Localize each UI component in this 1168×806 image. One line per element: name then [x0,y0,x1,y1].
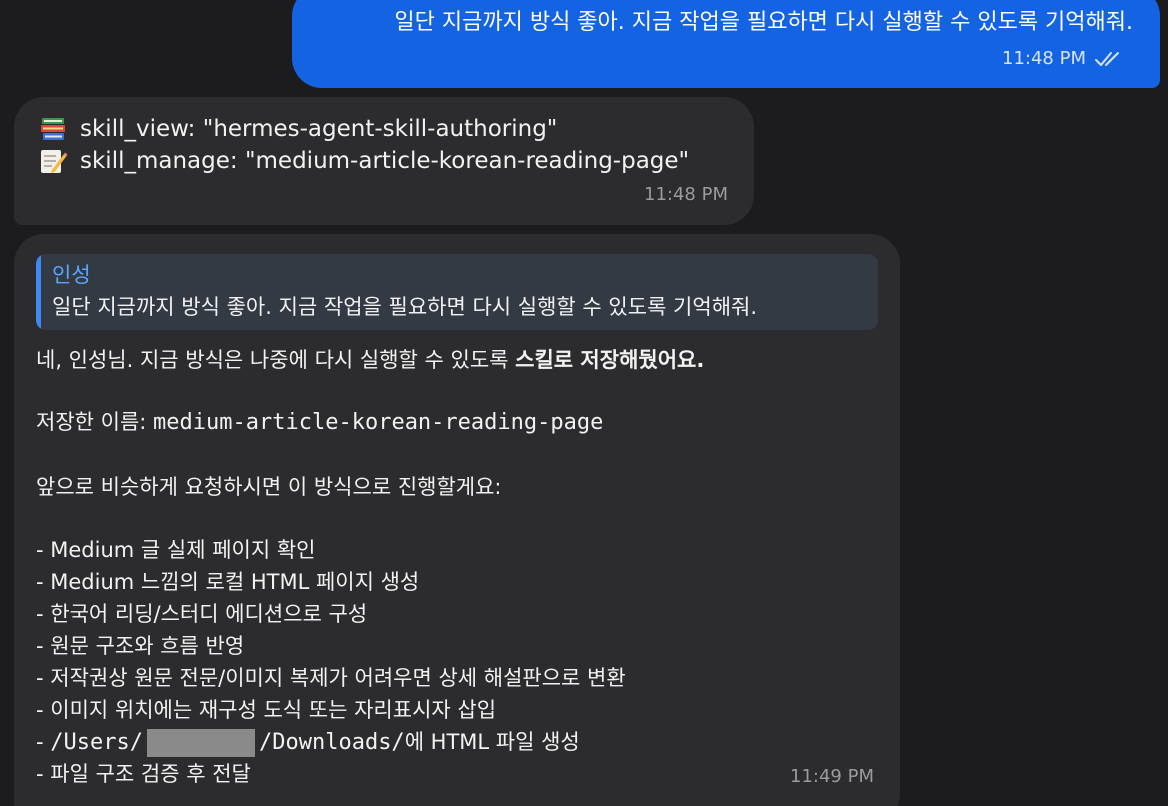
list-item: - 원문 구조와 흐름 반영 [36,634,245,658]
quote-accent-bar [36,254,41,330]
tool-call-skill-manage: skill_manage: "medium-article-korean-rea… [80,148,690,174]
tool-call-skill-view: skill_view: "hermes-agent-skill-authorin… [80,116,558,142]
tool-call-line: skill_view: "hermes-agent-skill-authorin… [38,113,557,145]
double-check-icon [1095,51,1119,66]
reply-next-line: 앞으로 비슷하게 요청하시면 이 방식으로 진행할게요: [36,475,502,499]
list-item: - 파일 구조 검증 후 전달 [36,762,251,786]
list-item: - Medium 느낌의 로컬 HTML 페이지 생성 [36,570,420,594]
path-users: /Users/ [50,730,143,755]
reply-intro: 네, 인성님. 지금 방식은 나중에 다시 실행할 수 있도록 스킬로 저장해뒀… [36,344,704,376]
path-prefix: - [36,730,51,754]
reply-intro-text: 네, 인성님. 지금 방식은 나중에 다시 실행할 수 있도록 [36,348,516,372]
quote-text: 일단 지금까지 방식 좋아. 지금 작업을 필요하면 다시 실행할 수 있도록 … [52,295,758,319]
list-item-path: - /Users/ /Downloads/에 HTML 파일 생성 [36,726,580,759]
books-icon [41,118,65,140]
tool-call-message-bubble[interactable]: skill_view: "hermes-agent-skill-authorin… [14,97,754,225]
list-item: - 한국어 리딩/스터디 에디션으로 구성 [36,602,368,626]
reply-intro-bold: 스킬로 저장해뒀어요. [515,348,705,372]
list-item: - Medium 글 실제 페이지 확인 [36,538,316,562]
path-downloads: /Downloads/ [258,730,405,755]
quote-author: 인성 [52,263,91,287]
saved-skill-line: 저장한 이름: medium-article-korean-reading-pa… [36,406,603,439]
saved-skill-name: medium-article-korean-reading-page [153,410,604,435]
outgoing-message-meta: 11:48 PM [1002,48,1124,69]
redacted-username [146,729,255,757]
chat-view: 일단 지금까지 방식 좋아. 지금 작업을 필요하면 다시 실행할 수 있도록 … [0,0,1168,806]
reply-message-bubble[interactable]: 인성 일단 지금까지 방식 좋아. 지금 작업을 필요하면 다시 실행할 수 있… [14,234,900,806]
path-suffix: 에 HTML 파일 생성 [404,730,580,754]
list-item: - 저작권상 원문 전문/이미지 복제가 어려우면 상세 해설판으로 변환 [36,666,626,690]
list-item: - 이미지 위치에는 재구성 도식 또는 자리표시자 삽입 [36,698,497,722]
reply-message-time: 11:49 PM [790,766,874,787]
outgoing-message-text: 일단 지금까지 방식 좋아. 지금 작업을 필요하면 다시 실행할 수 있도록 … [394,10,1133,35]
saved-skill-label: 저장한 이름: [36,410,154,434]
tool-message-time: 11:48 PM [644,184,728,205]
quoted-message[interactable]: 인성 일단 지금까지 방식 좋아. 지금 작업을 필요하면 다시 실행할 수 있… [36,254,878,330]
outgoing-message-bubble[interactable]: 일단 지금까지 방식 좋아. 지금 작업을 필요하면 다시 실행할 수 있도록 … [292,0,1160,88]
memo-icon [41,150,68,173]
tool-call-line: skill_manage: "medium-article-korean-rea… [38,145,689,177]
outgoing-message-time: 11:48 PM [1002,48,1086,69]
